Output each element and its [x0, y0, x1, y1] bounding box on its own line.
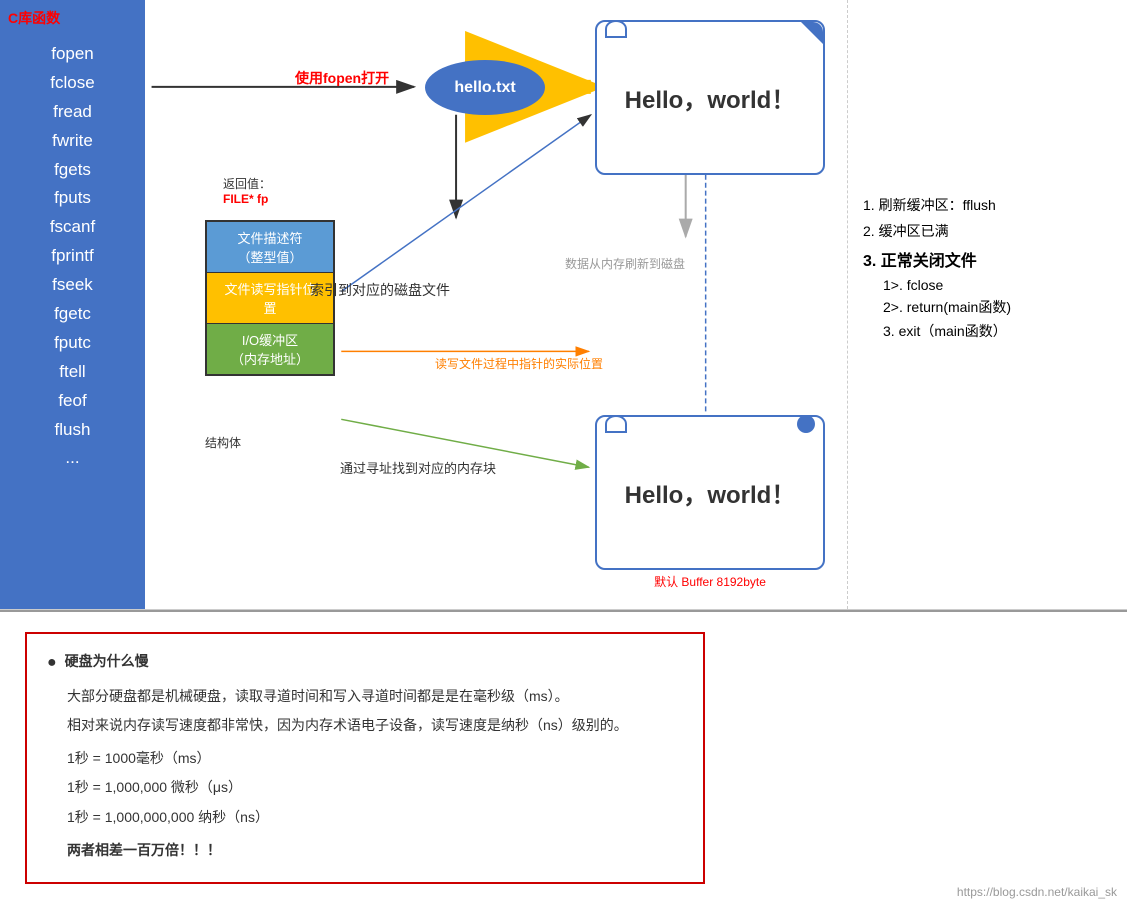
bullet-point: ● 硬盘为什么慢: [47, 649, 683, 678]
mem-buffer-content: Hello，world！: [625, 475, 796, 510]
notes-sub-1: 1>. fclose: [883, 277, 1112, 293]
main-container: C库函数 fopenfclosefreadfwritefgetsfputsfsc…: [0, 0, 1127, 831]
buffer-label: 默认 Buffer 8192byte: [654, 573, 766, 590]
bottom-info-box: ● 硬盘为什么慢 大部分硬盘都是机械硬盘，读取寻道时间和写入寻道时间都是是在毫秒…: [25, 632, 705, 884]
disk-file-content: Hello，world！: [625, 80, 796, 115]
struct-label: 结构体: [205, 434, 241, 451]
find-mem-label: 通过寻址找到对应的内存块: [340, 458, 496, 477]
mem-buffer-box: Hello，world！ 默认 Buffer 8192byte: [595, 415, 825, 570]
c-lib-functions: fopenfclosefreadfwritefgetsfputsfscanffp…: [50, 40, 95, 473]
hello-txt-ellipse: hello.txt: [425, 60, 545, 115]
right-notes-panel: 1. 刷新缓冲区：fflush 2. 缓冲区已满 3. 正常关闭文件 1>. f…: [847, 0, 1127, 609]
return-value: FILE* fp: [223, 192, 268, 206]
notes-sub-2: 2>. return(main函数): [883, 297, 1112, 317]
return-label: 返回值： FILE* fp: [223, 175, 271, 206]
bottom-line3: 1秒 = 1000毫秒（ms）: [67, 746, 683, 771]
bottom-line2: 相对来说内存读写速度都非常快，因为内存术语电子设备，读写速度是纳秒（ns）级别的…: [67, 713, 683, 738]
notes-item-2: 2. 缓冲区已满: [863, 221, 1112, 241]
file-descriptor-row: 文件描述符（整型值）: [207, 222, 333, 273]
fopen-label: 使用fopen打开: [295, 68, 389, 88]
rw-label: 读写文件过程中指针的实际位置: [435, 355, 603, 372]
bottom-area: ● 硬盘为什么慢 大部分硬盘都是机械硬盘，读取寻道时间和写入寻道时间都是是在毫秒…: [0, 610, 1127, 904]
io-buffer-row: I/O缓冲区（内存地址）: [207, 324, 333, 374]
c-lib-panel: C库函数 fopenfclosefreadfwritefgetsfputsfsc…: [0, 0, 145, 609]
notes-item-3: 3. 正常关闭文件: [863, 247, 1112, 271]
bottom-line4: 1秒 = 1,000,000 微秒（μs）: [67, 775, 683, 800]
index-disk-label: 索引到对应的磁盘文件: [310, 280, 450, 300]
credit-text: https://blog.csdn.net/kaikai_sk: [957, 885, 1117, 899]
notes-item-1: 1. 刷新缓冲区：fflush: [863, 195, 1112, 215]
bullet-dot: ●: [47, 649, 57, 678]
diagram-area: 使用fopen打开 返回值： FILE* fp hello.txt Hello，…: [145, 0, 847, 609]
bottom-line5: 1秒 = 1,000,000,000 纳秒（ns）: [67, 805, 683, 830]
mem-to-disk-label: 数据从内存刷新到磁盘: [565, 255, 685, 272]
bottom-line1: 大部分硬盘都是机械硬盘，读取寻道时间和写入寻道时间都是是在毫秒级（ms）。: [67, 684, 683, 709]
bullet-title: 硬盘为什么慢: [65, 649, 149, 678]
notes-sub-3: 3. exit（main函数）: [883, 321, 1112, 341]
bottom-line6: 两者相差一百万倍！！！: [67, 838, 683, 863]
disk-file-box: Hello，world！: [595, 20, 825, 175]
c-lib-title: C库函数: [8, 8, 60, 28]
top-area: C库函数 fopenfclosefreadfwritefgetsfputsfsc…: [0, 0, 1127, 610]
return-text: 返回值：: [223, 177, 271, 191]
